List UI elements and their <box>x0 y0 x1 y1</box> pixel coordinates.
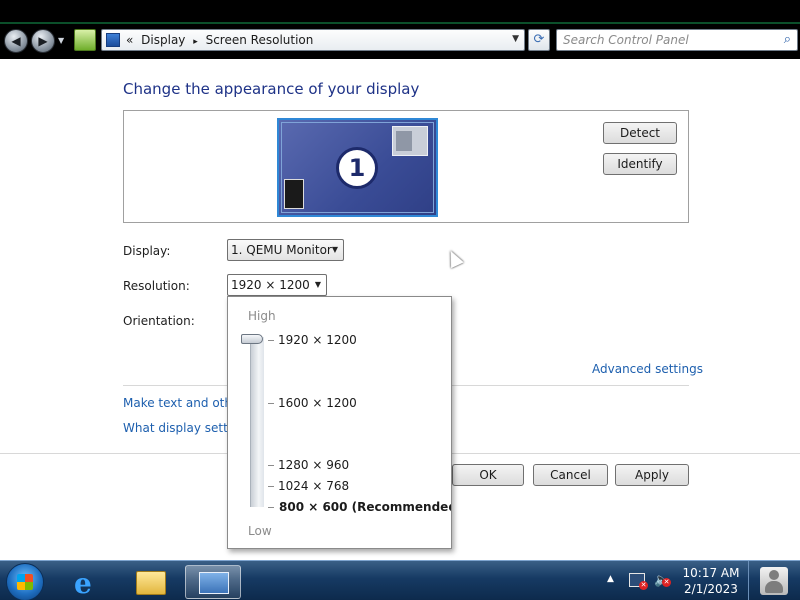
control-panel-icon <box>199 572 229 594</box>
search-box[interactable]: ⌕ <box>556 29 798 51</box>
resolution-dropdown[interactable]: 1920 × 1200 ▼ <box>227 274 327 296</box>
mouse-cursor-icon <box>444 247 464 269</box>
apply-button[interactable]: Apply <box>615 464 689 486</box>
user-icon <box>760 567 788 595</box>
resolution-label: Resolution: <box>123 279 190 293</box>
orientation-label: Orientation: <box>123 314 195 328</box>
monitor-window-thumbnail <box>392 126 428 156</box>
breadcrumb-item-screen-resolution[interactable]: Screen Resolution <box>206 33 314 47</box>
cancel-button[interactable]: Cancel <box>533 464 608 486</box>
resolution-option-recommended[interactable]: 800 × 600 (Recommended) <box>279 500 451 514</box>
slider-tick <box>268 507 274 508</box>
resolution-dropdown-value: 1920 × 1200 <box>231 278 310 292</box>
breadcrumb-item-display[interactable]: Display <box>141 33 185 47</box>
breadcrumb: « Display ▸ Screen Resolution <box>126 33 317 47</box>
display-dropdown[interactable]: 1. QEMU Monitor ▼ <box>227 239 344 261</box>
search-icon[interactable]: ⌕ <box>784 32 791 47</box>
taskbar-control-panel[interactable] <box>185 565 241 599</box>
slider-low-label: Low <box>248 524 272 538</box>
monitor-arrangement-panel: 1 Detect Identify <box>123 110 689 223</box>
slider-tick <box>268 465 274 466</box>
user-tray-area[interactable] <box>748 561 800 600</box>
breadcrumb-separator-icon[interactable]: ▸ <box>193 37 198 47</box>
ok-button[interactable]: OK <box>452 464 524 486</box>
control-panel-icon <box>106 33 120 47</box>
resolution-option[interactable]: 1600 × 1200 <box>278 396 357 410</box>
resolution-slider-thumb[interactable] <box>241 334 263 344</box>
clock-date: 2/1/2023 <box>684 582 738 596</box>
slider-tick <box>268 403 274 404</box>
monitor-1-tile[interactable]: 1 <box>277 118 438 217</box>
monitor-number-badge: 1 <box>336 147 378 189</box>
monitor-window-thumbnail-small <box>284 179 304 209</box>
identify-button[interactable]: Identify <box>603 153 677 175</box>
start-button[interactable] <box>6 563 44 600</box>
internet-explorer-icon: e <box>74 567 92 600</box>
resolution-option[interactable]: 1024 × 768 <box>278 479 349 493</box>
clock-time: 10:17 AM <box>682 566 740 580</box>
back-button[interactable]: ◀ <box>4 29 28 53</box>
recent-pages-dropdown-icon[interactable]: ▼ <box>58 36 64 45</box>
up-level-button[interactable] <box>74 29 96 51</box>
display-dropdown-value: 1. QEMU Monitor <box>231 243 332 257</box>
volume-muted-icon[interactable]: 🔈✕ <box>654 573 671 588</box>
title-stripe <box>0 22 800 24</box>
system-clock[interactable]: 10:17 AM 2/1/2023 <box>680 565 742 597</box>
chevron-down-icon: ▼ <box>314 280 321 289</box>
advanced-settings-link[interactable]: Advanced settings <box>592 362 703 376</box>
resolution-slider-popup: High 1920 × 1200 1600 × 1200 1280 × 960 … <box>227 296 452 549</box>
windows-logo-icon <box>17 574 33 590</box>
taskbar-windows-explorer[interactable] <box>124 565 178 599</box>
resolution-option[interactable]: 1280 × 960 <box>278 458 349 472</box>
detect-button[interactable]: Detect <box>603 122 677 144</box>
taskbar-internet-explorer[interactable]: e <box>62 565 116 600</box>
slider-high-label: High <box>248 309 276 323</box>
resolution-slider-track[interactable] <box>250 337 264 507</box>
network-icon[interactable]: ✕ <box>629 573 648 590</box>
page-title: Change the appearance of your display <box>123 80 420 98</box>
address-bar[interactable]: « Display ▸ Screen Resolution ▼ <box>101 29 525 51</box>
show-hidden-icons-icon[interactable]: ▲ <box>607 574 614 584</box>
display-label: Display: <box>123 244 171 258</box>
search-input[interactable] <box>563 32 763 48</box>
refresh-button[interactable]: ⟳ <box>528 29 550 51</box>
folder-icon <box>136 571 166 595</box>
breadcrumb-overflow[interactable]: « <box>126 33 133 47</box>
slider-tick <box>268 340 274 341</box>
resolution-option[interactable]: 1920 × 1200 <box>278 333 357 347</box>
chevron-down-icon: ▼ <box>331 245 338 254</box>
forward-button[interactable]: ▶ <box>31 29 55 53</box>
slider-tick <box>268 486 274 487</box>
address-dropdown-icon[interactable]: ▼ <box>512 34 519 44</box>
